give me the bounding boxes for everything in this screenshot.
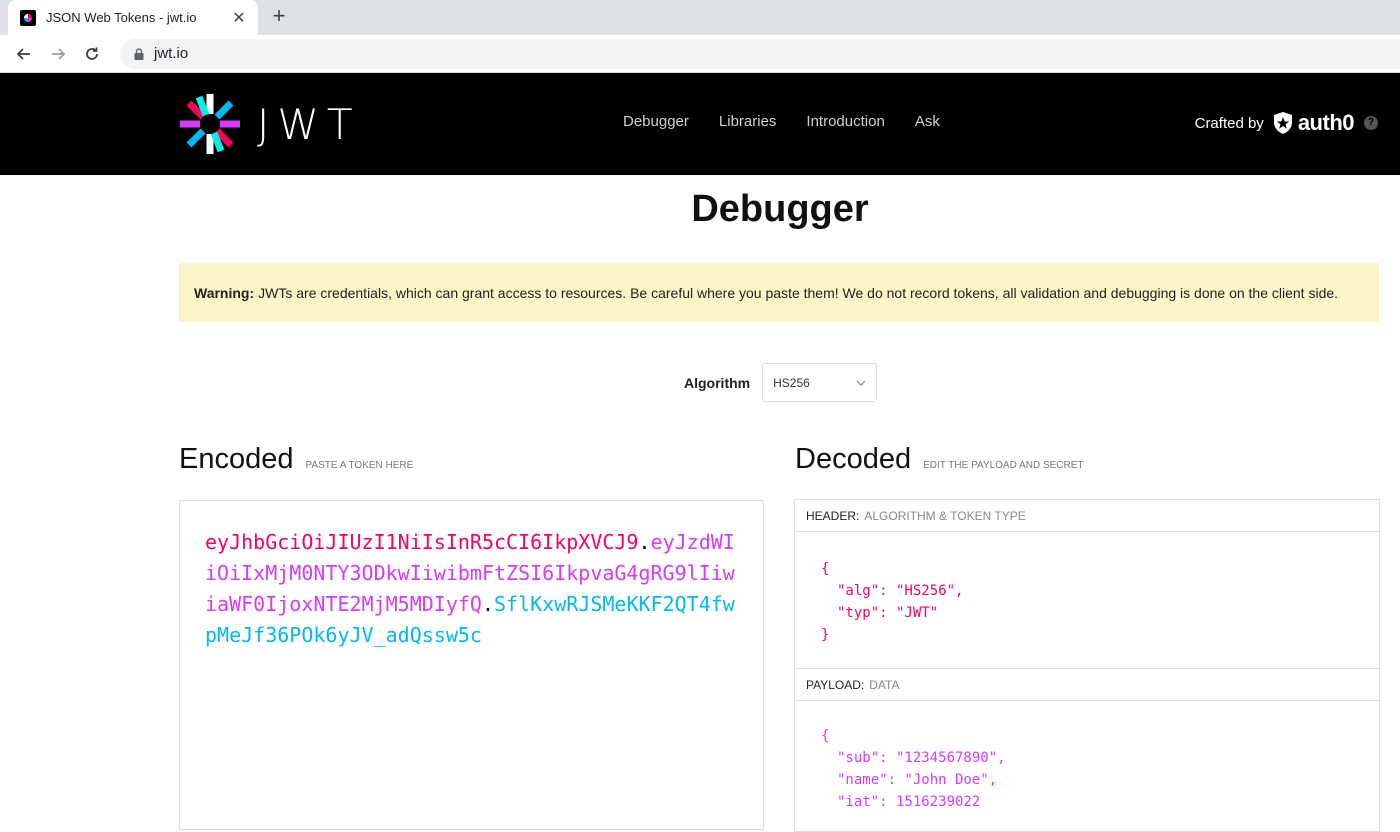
address-bar[interactable]: jwt.io (120, 38, 1400, 69)
header-panel-desc: ALGORITHM & TOKEN TYPE (864, 508, 1026, 523)
header-typ-line: "typ": "JWT" (837, 605, 939, 621)
logo-wordmark: JWT (257, 99, 361, 149)
header-alg-line: "alg": "HS256", (837, 583, 964, 599)
header-panel-heading: HEADER: ALGORITHM & TOKEN TYPE (795, 500, 1379, 532)
nav-ask[interactable]: Ask (915, 113, 940, 130)
forward-button[interactable] (44, 40, 72, 68)
payload-panel-label: PAYLOAD: (806, 677, 865, 692)
reload-icon (86, 47, 98, 60)
nav-libraries[interactable]: Libraries (719, 113, 777, 130)
decoded-heading: Decoded EDIT THE PAYLOAD AND SECRET (795, 443, 1084, 476)
browser-tab[interactable]: JSON Web Tokens - jwt.io ✕ (8, 0, 258, 35)
header-json-editor[interactable]: { "alg": "HS256", "typ": "JWT" } (795, 532, 1379, 669)
site-header: JWT Debugger Libraries Introduction Ask … (0, 73, 1400, 175)
json-brace: { (821, 728, 830, 744)
payload-panel-desc: DATA (869, 677, 900, 692)
new-tab-button[interactable]: + (266, 4, 292, 30)
browser-tab-bar: JSON Web Tokens - jwt.io ✕ + (0, 0, 1400, 35)
encoded-heading: Encoded PASTE A TOKEN HERE (179, 443, 413, 476)
nav-introduction[interactable]: Introduction (806, 113, 884, 130)
warning-label: Warning: (194, 284, 255, 301)
site-nav: Debugger Libraries Introduction Ask (623, 113, 940, 130)
nav-debugger[interactable]: Debugger (623, 113, 689, 130)
back-button[interactable] (10, 40, 38, 68)
json-brace: } (821, 627, 830, 643)
decoded-subtitle: EDIT THE PAYLOAD AND SECRET (923, 460, 1084, 471)
token-dot: . (481, 592, 494, 616)
payload-iat-line: "iat": 1516239022 (837, 794, 981, 810)
token-dot: . (638, 530, 651, 554)
jwt-starburst-icon (180, 94, 240, 154)
chevron-down-icon (856, 380, 866, 386)
algorithm-picker: Algorithm HS256 (684, 363, 878, 402)
browser-toolbar: jwt.io (0, 35, 1400, 73)
token-header-part: eyJhbGciOiJIUzI1NiIsInR5cCI6IkpXVCJ9 (205, 530, 639, 554)
crafted-by-label: Crafted by (1194, 114, 1264, 132)
encoded-subtitle: PASTE A TOKEN HERE (305, 460, 414, 471)
decoded-panel: HEADER: ALGORITHM & TOKEN TYPE { "alg": … (794, 499, 1380, 832)
payload-sub-line: "sub": "1234567890", (837, 750, 1006, 766)
payload-name-line: "name": "John Doe", (837, 772, 998, 788)
algorithm-label: Algorithm (684, 374, 751, 391)
jwt-logo[interactable]: JWT (179, 93, 361, 155)
auth0-brand: auth0 (1297, 110, 1355, 135)
close-tab-icon[interactable]: ✕ (230, 8, 248, 28)
algorithm-select[interactable]: HS256 (762, 363, 878, 402)
warning-banner: Warning: JWTs are credentials, which can… (179, 263, 1379, 322)
json-brace: { (821, 561, 830, 577)
help-icon[interactable]: ? (1364, 116, 1378, 130)
auth0-shield-icon (1273, 112, 1292, 134)
crafted-by-auth0[interactable]: Crafted by auth0 ? (1195, 110, 1378, 136)
jwt-favicon-icon (20, 9, 36, 26)
reload-button[interactable] (78, 40, 106, 68)
arrow-left-icon (16, 47, 30, 60)
algorithm-value: HS256 (773, 375, 810, 390)
header-panel-label: HEADER: (806, 508, 860, 523)
arrow-right-icon (52, 47, 66, 60)
encoded-title: Encoded (179, 443, 294, 475)
page-title: Debugger (691, 188, 869, 230)
payload-panel-heading: PAYLOAD: DATA (795, 669, 1379, 701)
warning-text: JWTs are credentials, which can grant ac… (258, 284, 1339, 301)
tab-title: JSON Web Tokens - jwt.io (46, 10, 197, 25)
encoded-token-input[interactable]: eyJhbGciOiJIUzI1NiIsInR5cCI6IkpXVCJ9.eyJ… (179, 500, 764, 830)
lock-icon (134, 47, 144, 60)
decoded-title: Decoded (795, 443, 912, 475)
url-text: jwt.io (154, 45, 189, 62)
